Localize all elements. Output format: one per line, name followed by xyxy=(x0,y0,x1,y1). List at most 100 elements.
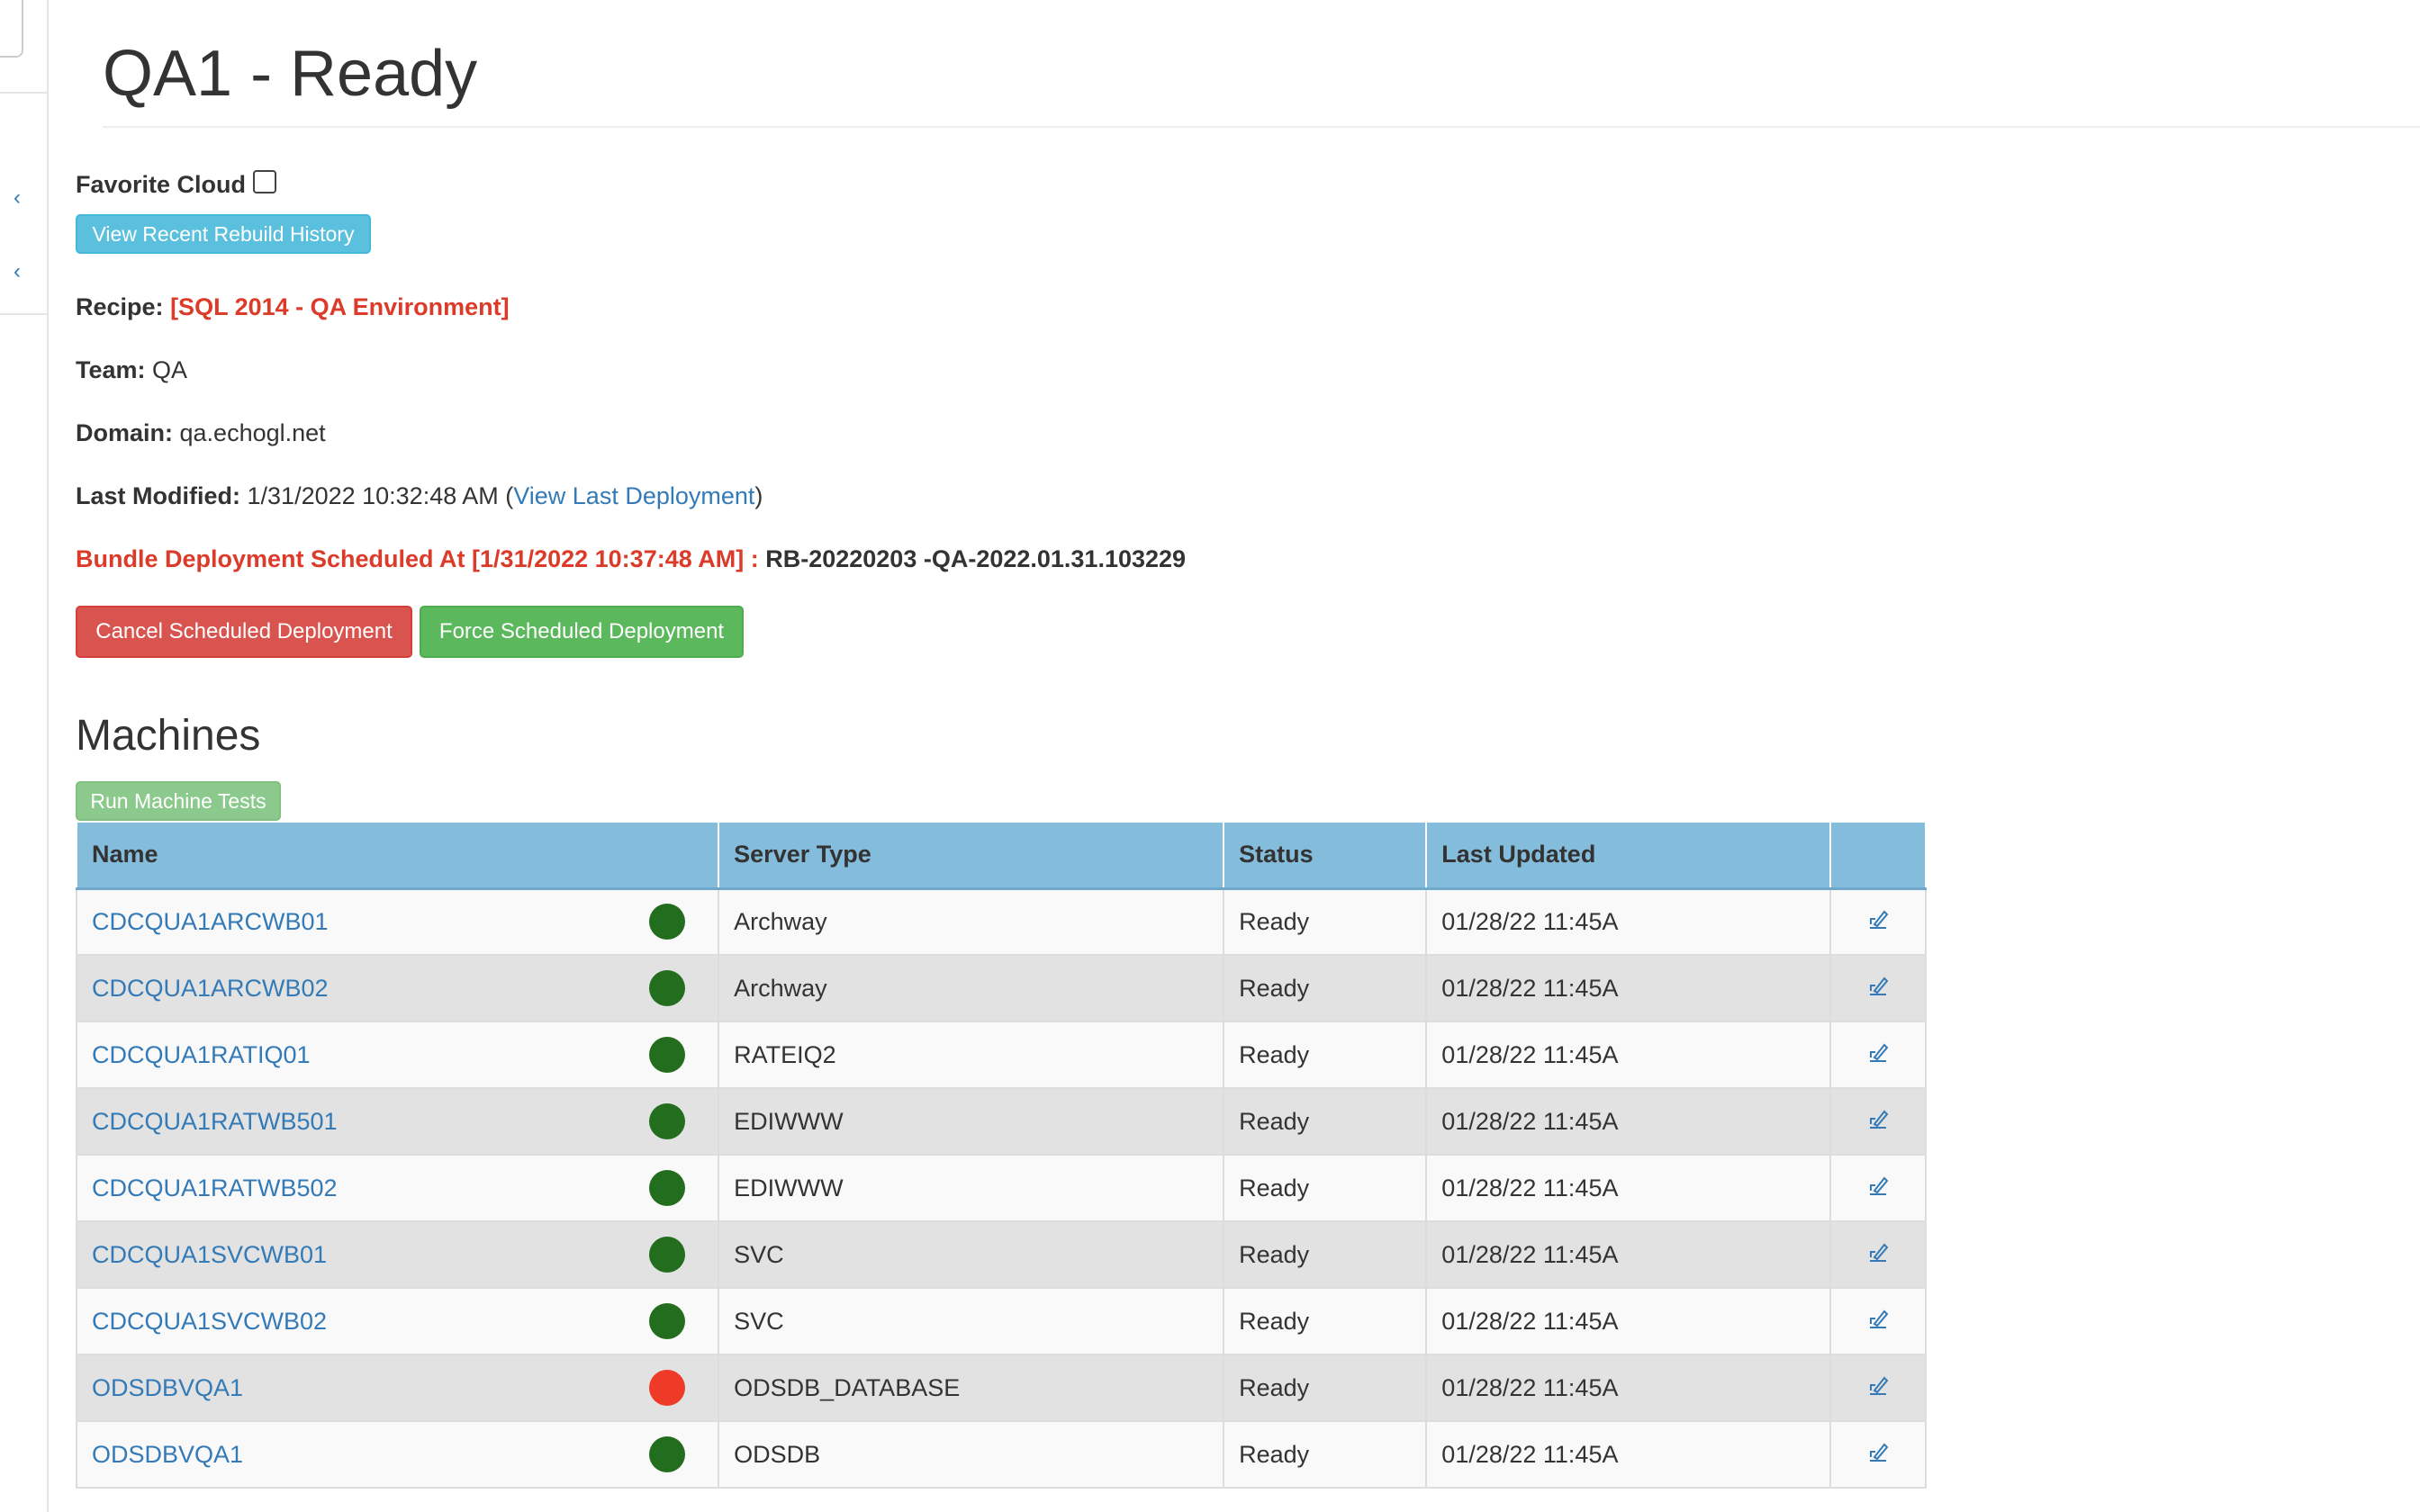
health-status-indicator xyxy=(649,904,686,940)
sidebar-divider xyxy=(0,313,47,315)
machine-name-cell: ODSDBVQA1 xyxy=(75,1420,720,1489)
last-updated-cell: 01/28/22 11:45A xyxy=(1425,1154,1831,1222)
edit-icon[interactable] xyxy=(1866,1173,1890,1198)
view-last-deployment-link[interactable]: View Last Deployment xyxy=(513,482,754,509)
actions-cell xyxy=(1829,1354,1928,1422)
machine-name-link[interactable]: ODSDBVQA1 xyxy=(92,1374,243,1402)
table-row: CDCQUA1SVCWB01 SVC Ready 01/28/22 11:45A xyxy=(75,1220,1928,1289)
edit-icon[interactable] xyxy=(1866,1040,1890,1065)
server-type-cell: Archway xyxy=(718,954,1225,1022)
chevron-left-icon[interactable]: ‹ xyxy=(8,187,26,209)
machine-name-cell: CDCQUA1SVCWB01 xyxy=(75,1220,720,1289)
machine-name-link[interactable]: ODSDBVQA1 xyxy=(92,1441,243,1469)
edit-icon[interactable] xyxy=(1866,1306,1890,1331)
edit-icon[interactable] xyxy=(1866,1439,1890,1464)
bundle-deployment-line: Bundle Deployment Scheduled At [1/31/202… xyxy=(76,545,1186,573)
machine-name-cell: CDCQUA1RATWB502 xyxy=(75,1154,720,1222)
column-header-server-type[interactable]: Server Type xyxy=(718,821,1225,890)
last-updated-cell: 01/28/22 11:45A xyxy=(1425,887,1831,956)
team-value: QA xyxy=(152,356,188,383)
machine-name-cell: CDCQUA1SVCWB02 xyxy=(75,1287,720,1355)
team-line: Team: QA xyxy=(76,356,187,384)
table-row: CDCQUA1ARCWB01 Archway Ready 01/28/22 11:45… xyxy=(75,887,1928,956)
column-header-actions xyxy=(1829,821,1928,890)
machine-name-link[interactable]: CDCQUA1SVCWB02 xyxy=(92,1308,327,1336)
status-cell: Ready xyxy=(1223,1220,1428,1289)
table-row: CDCQUA1RATWB502 EDIWWW Ready 01/28/22 11:45… xyxy=(75,1154,1928,1222)
favorite-cloud-row: Favorite Cloud xyxy=(76,169,277,199)
table-row: CDCQUA1RATWB501 EDIWWW Ready 01/28/22 11:45… xyxy=(75,1087,1928,1156)
actions-cell xyxy=(1829,1087,1928,1156)
server-type-cell: ODSDB xyxy=(718,1420,1225,1489)
domain-label: Domain: xyxy=(76,419,173,446)
machine-name-link[interactable]: CDCQUA1RATWB502 xyxy=(92,1174,338,1202)
last-updated-cell: 01/28/22 11:45A xyxy=(1425,1354,1831,1422)
machine-name-link[interactable]: CDCQUA1RATWB501 xyxy=(92,1108,338,1136)
machine-name-cell: CDCQUA1RATWB501 xyxy=(75,1087,720,1156)
edit-icon[interactable] xyxy=(1866,1106,1890,1131)
domain-value: qa.echogl.net xyxy=(179,419,326,446)
health-status-indicator xyxy=(649,1237,686,1273)
last-updated-cell: 01/28/22 11:45A xyxy=(1425,954,1831,1022)
edit-icon[interactable] xyxy=(1866,906,1890,932)
health-status-indicator xyxy=(649,1103,686,1139)
table-row: CDCQUA1SVCWB02 SVC Ready 01/28/22 11:45A xyxy=(75,1287,1928,1355)
table-header-row: Name Server Type Status Last Updated xyxy=(75,821,1928,890)
edit-icon[interactable] xyxy=(1866,1372,1890,1398)
last-modified-label: Last Modified: xyxy=(76,482,240,509)
server-type-cell: EDIWWW xyxy=(718,1087,1225,1156)
recipe-line: Recipe: [SQL 2014 - QA Environment] xyxy=(76,293,510,321)
health-status-indicator xyxy=(649,970,686,1006)
title-divider xyxy=(103,126,2420,128)
machine-name-link[interactable]: CDCQUA1ARCWB01 xyxy=(92,908,329,936)
health-status-indicator xyxy=(649,1436,686,1472)
machine-name-link[interactable]: CDCQUA1ARCWB02 xyxy=(92,975,329,1003)
bundle-deployment-label: Bundle Deployment Scheduled At [1/31/202… xyxy=(76,545,759,572)
table-row: ODSDBVQA1 ODSDB_DATABASE Ready 01/28/22 11:… xyxy=(75,1354,1928,1422)
sidebar-toggle-box[interactable] xyxy=(0,0,23,58)
table-row: ODSDBVQA1 ODSDB Ready 01/28/22 11:45A xyxy=(75,1420,1928,1489)
paren-open: ( xyxy=(498,482,514,509)
last-updated-cell: 01/28/22 11:45A xyxy=(1425,1021,1831,1089)
run-machine-tests-button[interactable]: Run Machine Tests xyxy=(76,781,281,821)
actions-cell xyxy=(1829,887,1928,956)
status-cell: Ready xyxy=(1223,887,1428,956)
edit-icon[interactable] xyxy=(1866,1239,1890,1264)
page-title: QA1 - Ready xyxy=(103,38,478,110)
server-type-cell: Archway xyxy=(718,887,1225,956)
machines-table-body: CDCQUA1ARCWB01 Archway Ready 01/28/22 11:45… xyxy=(75,887,1928,1489)
recipe-value: [SQL 2014 - QA Environment] xyxy=(170,293,510,320)
machines-heading: Machines xyxy=(76,712,261,760)
edit-icon[interactable] xyxy=(1866,973,1890,998)
server-type-cell: EDIWWW xyxy=(718,1154,1225,1222)
column-header-status[interactable]: Status xyxy=(1223,821,1428,890)
actions-cell xyxy=(1829,1154,1928,1222)
status-cell: Ready xyxy=(1223,1021,1428,1089)
machine-name-link[interactable]: CDCQUA1SVCWB01 xyxy=(92,1241,327,1269)
favorite-cloud-checkbox[interactable] xyxy=(253,169,277,194)
last-modified-value: 1/31/2022 10:32:48 AM xyxy=(247,482,499,509)
bundle-deployment-value: RB-20220203 -QA-2022.01.31.103229 xyxy=(765,545,1187,572)
status-cell: Ready xyxy=(1223,1354,1428,1422)
machines-table: Name Server Type Status Last Updated CDC… xyxy=(75,821,1928,1489)
left-sidebar: ‹ ‹ xyxy=(0,0,49,1512)
domain-line: Domain: qa.echogl.net xyxy=(76,419,326,447)
status-cell: Ready xyxy=(1223,1154,1428,1222)
chevron-left-icon[interactable]: ‹ xyxy=(8,261,26,283)
column-header-name[interactable]: Name xyxy=(75,821,720,890)
column-header-last-updated[interactable]: Last Updated xyxy=(1425,821,1831,890)
last-updated-cell: 01/28/22 11:45A xyxy=(1425,1220,1831,1289)
machine-name-cell: CDCQUA1ARCWB01 xyxy=(75,887,720,956)
force-scheduled-deployment-button[interactable]: Force Scheduled Deployment xyxy=(420,606,744,658)
cancel-scheduled-deployment-button[interactable]: Cancel Scheduled Deployment xyxy=(76,606,412,658)
machine-name-cell: ODSDBVQA1 xyxy=(75,1354,720,1422)
health-status-indicator xyxy=(649,1303,686,1339)
health-status-indicator xyxy=(649,1170,686,1206)
machine-name-link[interactable]: CDCQUA1RATIQ01 xyxy=(92,1041,311,1069)
status-cell: Ready xyxy=(1223,1420,1428,1489)
last-updated-cell: 01/28/22 11:45A xyxy=(1425,1420,1831,1489)
table-row: CDCQUA1RATIQ01 RATEIQ2 Ready 01/28/22 11:45… xyxy=(75,1021,1928,1089)
status-cell: Ready xyxy=(1223,1087,1428,1156)
status-cell: Ready xyxy=(1223,1287,1428,1355)
view-rebuild-history-button[interactable]: View Recent Rebuild History xyxy=(76,214,371,254)
